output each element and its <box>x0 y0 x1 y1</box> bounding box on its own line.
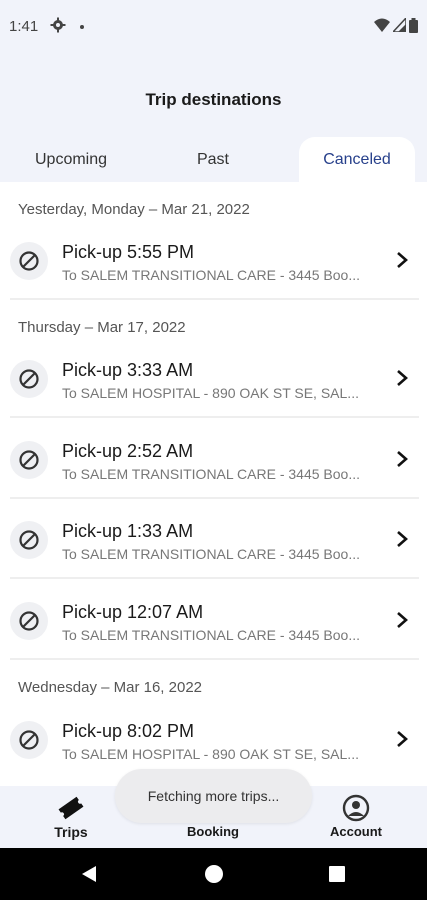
chevron-right-icon <box>397 252 408 268</box>
notification-dot-icon <box>80 25 84 29</box>
canceled-icon <box>10 242 48 280</box>
settings-gear-icon <box>50 17 66 33</box>
tab-upcoming[interactable]: Upcoming <box>0 137 142 182</box>
nav-label: Account <box>330 824 382 839</box>
status-time: 1:41 <box>9 18 39 35</box>
canceled-icon <box>10 602 48 640</box>
wifi-icon <box>374 18 390 32</box>
recent-apps-icon[interactable] <box>329 866 345 882</box>
divider <box>10 658 419 660</box>
trip-row[interactable]: Pick-up 12:07 AM To SALEM TRANSITIONAL C… <box>10 582 419 660</box>
nav-label: Booking <box>187 824 239 839</box>
trip-title: Pick-up 1:33 AM <box>62 521 194 541</box>
trip-row[interactable]: Pick-up 1:33 AM To SALEM TRANSITIONAL CA… <box>10 501 419 579</box>
trip-row[interactable]: Pick-up 3:33 AM To SALEM HOSPITAL - 890 … <box>10 340 419 418</box>
trip-title: Pick-up 12:07 AM <box>62 602 204 622</box>
trip-row[interactable]: Pick-up 5:55 PM To SALEM TRANSITIONAL CA… <box>10 222 419 300</box>
ticket-icon <box>57 794 85 822</box>
trip-row[interactable]: Pick-up 2:52 AM To SALEM TRANSITIONAL CA… <box>10 421 419 499</box>
canceled-icon <box>10 441 48 479</box>
trip-destination: To SALEM TRANSITIONAL CARE - 3445 Boo... <box>62 466 360 482</box>
trip-title: Pick-up 2:52 AM <box>62 441 194 461</box>
system-nav-bar <box>0 848 427 900</box>
cell-signal-icon <box>393 18 406 32</box>
trip-row[interactable]: Pick-up 8:02 PM To SALEM HOSPITAL - 890 … <box>10 701 419 779</box>
trip-title: Pick-up 8:02 PM <box>62 721 195 741</box>
chevron-right-icon <box>397 612 408 628</box>
trip-destination: To SALEM TRANSITIONAL CARE - 3445 Boo... <box>62 627 360 643</box>
tab-canceled[interactable]: Canceled <box>299 137 415 182</box>
tab-bar: Upcoming Past Canceled <box>0 137 427 182</box>
chevron-right-icon <box>397 731 408 747</box>
canceled-icon <box>10 521 48 559</box>
trip-title: Pick-up 3:33 AM <box>62 360 194 380</box>
canceled-icon <box>10 721 48 759</box>
trip-destination: To SALEM TRANSITIONAL CARE - 3445 Boo... <box>62 546 360 562</box>
divider <box>10 416 419 418</box>
canceled-icon <box>10 360 48 398</box>
home-icon[interactable] <box>205 865 223 883</box>
trip-destination: To SALEM HOSPITAL - 890 OAK ST SE, SAL..… <box>62 385 359 401</box>
trip-destination: To SALEM TRANSITIONAL CARE - 3445 Boo... <box>62 267 360 283</box>
status-icons <box>374 16 418 34</box>
battery-icon <box>409 17 418 33</box>
nav-label: Trips <box>54 824 88 840</box>
date-header: Yesterday, Monday – Mar 21, 2022 <box>18 201 250 218</box>
back-icon[interactable] <box>80 865 98 883</box>
chevron-right-icon <box>397 531 408 547</box>
chevron-right-icon <box>397 370 408 386</box>
trip-destination: To SALEM HOSPITAL - 890 OAK ST SE, SAL..… <box>62 746 359 762</box>
date-header: Thursday – Mar 17, 2022 <box>18 319 186 336</box>
trip-title: Pick-up 5:55 PM <box>62 242 195 262</box>
divider <box>10 577 419 579</box>
trip-list[interactable]: Yesterday, Monday – Mar 21, 2022 Pick-up… <box>0 182 427 786</box>
loading-toast: Fetching more trips... <box>115 769 312 823</box>
divider <box>10 497 419 499</box>
chevron-right-icon <box>397 451 408 467</box>
date-header: Wednesday – Mar 16, 2022 <box>18 679 203 696</box>
status-bar: 1:41 <box>0 0 427 54</box>
tab-past[interactable]: Past <box>142 137 284 182</box>
app-header: Trip destinations <box>0 54 427 140</box>
account-icon <box>342 794 370 822</box>
page-title: Trip destinations <box>145 90 282 109</box>
divider <box>10 298 419 300</box>
